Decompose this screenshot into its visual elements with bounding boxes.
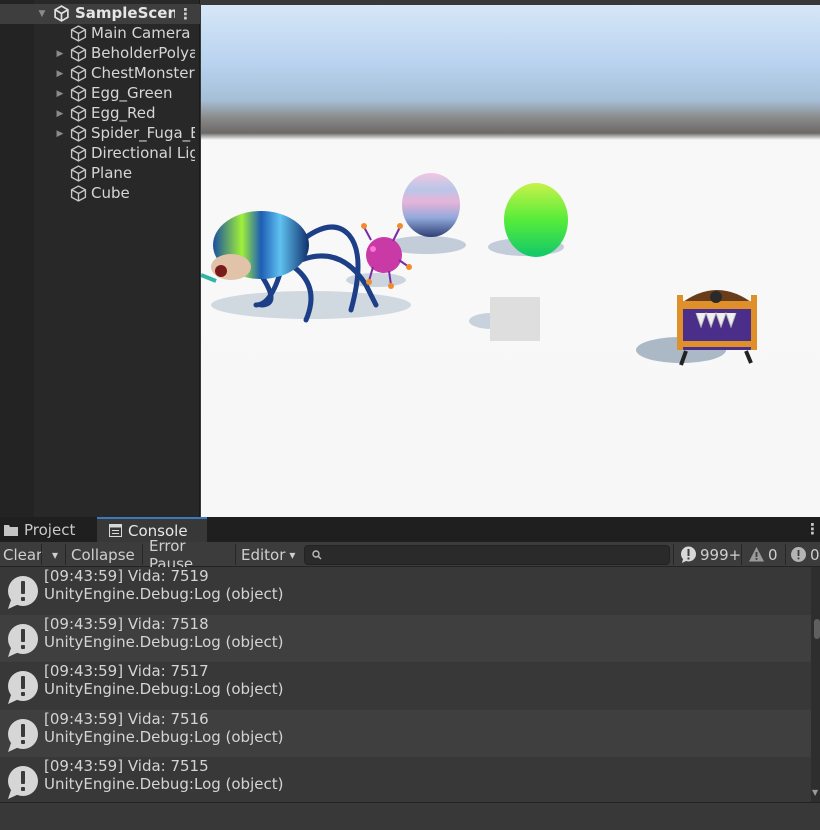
hierarchy-item-label: ChestMonsterPolyart [91,64,195,82]
scroll-down-arrow-icon[interactable]: ▼ [812,788,820,797]
scene-view[interactable] [201,5,820,517]
hierarchy-item-label: Cube [91,184,130,202]
cube-icon [70,125,87,142]
search-icon [312,550,322,560]
clear-options-dropdown[interactable]: ▾ [44,542,66,567]
info-bubble-icon [681,546,696,563]
cube-icon [70,45,87,62]
cube-icon [70,145,87,162]
expand-arrow-icon[interactable]: ▶ [55,49,65,59]
log-stacktrace: UnityEngine.Debug:Log (object) [44,585,284,603]
info-bubble-icon [8,766,38,799]
chevron-down-icon: ▾ [51,547,59,562]
hierarchy-item-label: BeholderPolyart [91,44,195,62]
hierarchy-item[interactable]: Main Camera [0,24,200,44]
error-count-toggle[interactable]: 0 [790,542,820,567]
log-stacktrace: UnityEngine.Debug:Log (object) [44,727,284,746]
cube-icon [70,65,87,82]
hierarchy-item-label: Plane [91,164,133,182]
log-scrollbar-thumb[interactable] [814,619,820,639]
bottom-tab-bar: Project Console [0,517,820,542]
log-message: [09:43:59] Vida: 7519 [44,567,209,585]
hierarchy-item[interactable]: Directional Light [0,144,200,164]
hierarchy-item[interactable]: Plane [0,164,200,184]
info-bubble-icon [8,671,38,704]
expand-arrow-icon[interactable]: ▶ [55,69,65,79]
clear-button-label: Clear [3,545,43,564]
hierarchy-panel: ▼ SampleScene ⋮ Main Camera ▶ BeholderPoly… [0,0,200,517]
hierarchy-item-label: Egg_Green [91,84,173,102]
scene-menu-button[interactable]: ⋮ [178,5,193,23]
log-message: [09:43:59] Vida: 7518 [44,614,209,633]
log-entry[interactable]: [09:43:59] Vida: 7515 UnityEngine.Debug:L… [0,757,811,802]
log-message: [09:43:59] Vida: 7517 [44,662,209,680]
log-scrollbar[interactable] [811,567,820,802]
hierarchy-item[interactable]: ▶ Spider_Fuga_Blue [0,124,200,144]
expand-arrow-icon[interactable]: ▶ [55,129,65,139]
hierarchy-item-label: Egg_Red [91,104,156,122]
log-count-label: 999+ [700,545,742,564]
hierarchy-item[interactable]: ▶ ChestMonsterPolyart [0,64,200,84]
cube-icon [70,165,87,182]
editor-target-dropdown[interactable]: Editor ▾ [238,542,300,567]
hierarchy-item-label: Spider_Fuga_Blue [91,124,195,142]
tab-project-label: Project [24,520,76,539]
error-pause-button[interactable]: Error Pause [146,537,236,573]
log-detail-pane [0,802,820,830]
clear-button[interactable]: Clear [0,542,44,567]
scene-name-label: SampleScene [75,4,175,22]
tab-menu-button[interactable]: ⋮ [805,520,820,538]
collapse-button-label: Collapse [71,545,135,564]
log-count-toggle[interactable]: 999+ [680,542,741,567]
chevron-down-icon: ▾ [289,547,296,562]
log-message: [09:43:59] Vida: 7515 [44,757,209,775]
log-stacktrace: UnityEngine.Debug:Log (object) [44,632,284,651]
log-entry[interactable]: [09:43:59] Vida: 7517 UnityEngine.Debug:L… [0,662,811,709]
warning-icon [749,547,764,562]
log-entry[interactable]: [09:43:59] Vida: 7518 UnityEngine.Debug:L… [0,614,811,662]
collapse-button[interactable]: Collapse [68,542,140,567]
expand-arrow-icon[interactable]: ▶ [55,109,65,119]
warning-count-toggle[interactable]: 0 [748,542,778,567]
hierarchy-item[interactable]: ▶ Egg_Red [0,104,200,124]
info-bubble-icon [8,718,38,752]
log-stacktrace: UnityEngine.Debug:Log (object) [44,680,284,698]
cube-icon [70,105,87,122]
log-entry[interactable]: [09:43:59] Vida: 7519 UnityEngine.Debug:L… [0,567,811,614]
console-search-input[interactable] [304,545,670,565]
expand-arrow-icon[interactable]: ▶ [55,89,65,99]
error-icon [791,547,806,562]
scene-render [201,173,757,366]
info-bubble-icon [8,623,38,657]
hierarchy-item[interactable]: Cube [0,184,200,204]
cube-icon [70,25,87,42]
log-entry[interactable]: [09:43:59] Vida: 7516 UnityEngine.Debug:L… [0,709,811,757]
hierarchy-item[interactable]: ▶ Egg_Green [0,84,200,104]
console-icon [109,524,122,537]
info-bubble-icon [8,576,38,609]
hierarchy-item[interactable]: ▶ BeholderPolyart [0,44,200,64]
cube-icon [70,185,87,202]
editor-target-label: Editor [241,545,286,564]
scene-expand-arrow-icon[interactable]: ▼ [37,9,47,19]
console-toolbar: Clear ▾ Collapse Error Pause Editor ▾ 99… [0,537,820,573]
hierarchy-item-label: Directional Light [91,144,195,162]
hierarchy-item-label: Main Camera [91,24,191,42]
scene-root-row[interactable]: ▼ SampleScene ⋮ [0,4,200,24]
cube-icon [70,85,87,102]
error-count-label: 0 [810,545,820,564]
warning-count-label: 0 [768,545,778,564]
log-stacktrace: UnityEngine.Debug:Log (object) [44,775,284,793]
log-message: [09:43:59] Vida: 7516 [44,709,209,728]
tab-project[interactable]: Project [0,517,96,542]
console-log-list: [09:43:59] Vida: 7519 UnityEngine.Debug:L… [0,567,811,802]
unity-scene-icon [54,5,69,22]
folder-icon [4,524,18,536]
